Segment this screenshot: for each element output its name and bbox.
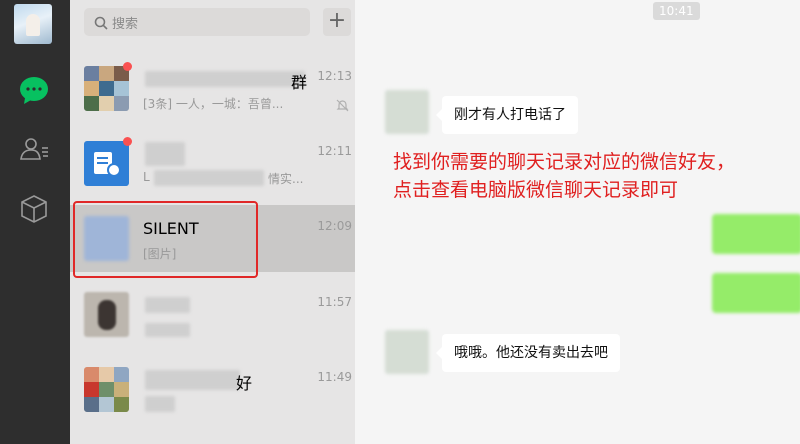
favorites-icon[interactable] — [17, 192, 51, 226]
annotation-text: 找到你需要的聊天记录对应的微信好友， 点击查看电脑版微信聊天记录即可 — [393, 148, 798, 204]
blurred-name — [145, 71, 305, 87]
chat-preview: [3条] 一人，一城：吾曾... — [143, 97, 284, 111]
chat-time: 11:49 — [317, 370, 352, 384]
search-icon — [94, 15, 108, 30]
contact-avatar — [84, 292, 129, 337]
chat-item[interactable]: 群 [3条] 一人，一城：吾曾... 12:13 — [70, 55, 355, 122]
blurred-name — [145, 142, 185, 166]
navigation-rail — [0, 0, 70, 444]
group-avatar — [84, 66, 129, 111]
message-bubble-outgoing[interactable] — [712, 273, 800, 313]
chat-name: 群 — [291, 73, 308, 92]
add-chat-button[interactable]: + — [323, 8, 351, 36]
highlight-box — [73, 201, 258, 278]
chat-time: 12:13 — [317, 69, 352, 83]
chat-preview-prefix: L — [143, 170, 150, 184]
search-placeholder: 搜索 — [112, 17, 139, 32]
contacts-icon[interactable] — [17, 133, 51, 167]
conversation-panel: 10:41 刚才有人打电话了 找到你需要的聊天记录对应的微信好友， 点击查看电脑… — [355, 0, 800, 444]
chat-time: 12:09 — [317, 219, 352, 233]
chat-item[interactable]: 好 11:49 — [70, 356, 355, 423]
annotation-line: 找到你需要的聊天记录对应的微信好友， — [393, 151, 736, 173]
unread-badge — [123, 62, 132, 71]
blurred-preview — [154, 170, 264, 186]
sender-avatar[interactable] — [385, 90, 429, 134]
group-avatar — [84, 367, 129, 412]
chat-time: 11:57 — [317, 295, 352, 309]
chat-time: 12:11 — [317, 144, 352, 158]
blurred-preview — [145, 396, 175, 412]
sender-avatar[interactable] — [385, 330, 429, 374]
message-timestamp: 10:41 — [653, 2, 700, 20]
message-bubble-incoming[interactable]: 刚才有人打电话了 — [436, 96, 578, 134]
chat-item[interactable]: 11:57 — [70, 281, 355, 348]
message-bubble-outgoing[interactable] — [712, 214, 800, 254]
chat-icon[interactable] — [17, 73, 51, 107]
blurred-name — [145, 370, 240, 390]
blurred-name — [145, 297, 190, 313]
chat-name: 好 — [236, 374, 253, 393]
annotation-line: 点击查看电脑版微信聊天记录即可 — [393, 179, 679, 201]
chat-preview: 情实... — [268, 172, 304, 186]
contact-avatar — [84, 141, 129, 186]
mute-icon — [336, 97, 349, 112]
search-input[interactable]: 搜索 — [84, 8, 310, 36]
chat-item[interactable]: L 情实... 12:11 — [70, 130, 355, 197]
message-bubble-incoming[interactable]: 哦哦。他还没有卖出去吧 — [436, 334, 620, 372]
unread-badge — [123, 137, 132, 146]
blurred-preview — [145, 323, 190, 337]
user-avatar[interactable] — [14, 4, 52, 44]
plus-icon: + — [327, 8, 347, 33]
